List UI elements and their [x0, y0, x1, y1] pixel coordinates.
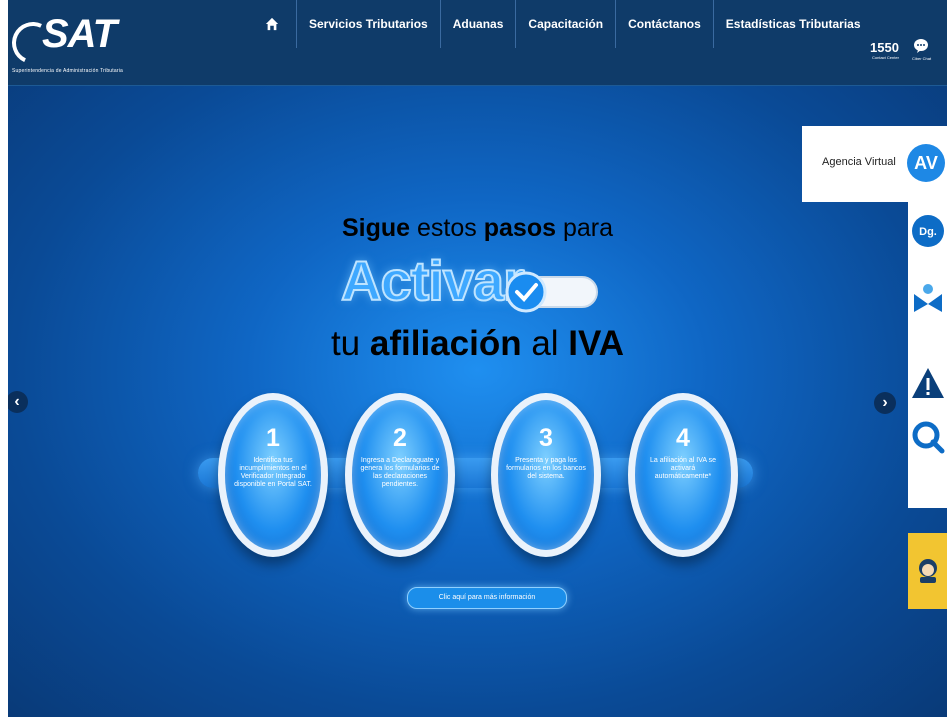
headline-line-1: Sigue estos pasos para — [8, 214, 947, 243]
side-quick-links: Dg. — [908, 202, 947, 508]
step-text: Ingresa a Declaraguate y genera los form… — [360, 457, 440, 488]
nav-servicios-tributarios[interactable]: Servicios Tributarios — [297, 0, 441, 48]
carousel-prev-arrow-icon[interactable]: ‹ — [8, 391, 28, 413]
logo-subtitle: Superintendencia de Administración Tribu… — [12, 68, 124, 74]
agencia-virtual-panel[interactable]: Agencia Virtual AV — [802, 126, 947, 202]
chat-icon[interactable] — [913, 38, 929, 54]
main-nav: Servicios Tributarios Aduanas Capacitaci… — [248, 0, 873, 85]
headline-pasos: pasos — [483, 214, 556, 242]
logo-text: SAT — [42, 12, 117, 56]
search-icon[interactable] — [911, 420, 945, 454]
toggle-check-icon — [505, 271, 598, 313]
step-text: La afiliación al IVA se activará automát… — [649, 457, 717, 480]
nav-contactanos[interactable]: Contáctanos — [616, 0, 714, 48]
step-text: Presenta y paga los formularios en los b… — [506, 457, 586, 480]
carousel-next-arrow-icon[interactable]: › — [874, 392, 896, 414]
headline-tu: tu — [330, 324, 370, 363]
step-number: 3 — [539, 424, 553, 452]
headline-activar: Activar — [340, 248, 526, 313]
declaraguate-icon[interactable]: Dg. — [911, 214, 945, 248]
step-number: 4 — [676, 424, 690, 452]
step-2: 2 Ingresa a Declaraguate y genera los fo… — [345, 393, 455, 557]
phone-number[interactable]: 1550 — [870, 40, 899, 55]
step-1: 1 Identifica tus incumplimientos en el V… — [218, 393, 328, 557]
sat-logo[interactable]: SAT Superintendencia de Administración T… — [8, 12, 132, 74]
home-icon[interactable] — [248, 0, 297, 48]
step-number: 1 — [266, 424, 280, 452]
headline-iva: IVA — [568, 324, 625, 363]
step-4: 4 La afiliación al IVA se activará autom… — [628, 393, 738, 557]
nav-capacitacion[interactable]: Capacitación — [516, 0, 617, 48]
nav-aduanas[interactable]: Aduanas — [441, 0, 517, 48]
phone-subtitle: Contact Center — [872, 55, 899, 60]
headline-estos: estos — [410, 214, 484, 242]
headline-al: al — [521, 324, 569, 363]
agencia-virtual-label: Agencia Virtual — [822, 156, 896, 168]
headline-afiliacion: afiliación — [369, 324, 522, 363]
agencia-virtual-icon[interactable]: AV — [907, 144, 945, 182]
chat-label: Ciber Chat — [912, 56, 932, 61]
declaraguate-text: Dg. — [919, 226, 937, 238]
step-3: 3 Presenta y paga los formularios en los… — [491, 393, 601, 557]
person-icon[interactable] — [911, 282, 945, 316]
support-agent-icon — [919, 559, 937, 583]
support-chat-button[interactable] — [908, 533, 947, 609]
nav-estadisticas-tributarias[interactable]: Estadísticas Tributarias — [714, 0, 873, 48]
step-text: Identifica tus incumplimientos en el Ver… — [234, 457, 312, 488]
page: SAT Superintendencia de Administración T… — [8, 0, 947, 717]
step-number: 2 — [393, 424, 407, 452]
more-info-button[interactable]: Clic aquí para más información — [407, 587, 567, 609]
warning-icon[interactable] — [911, 366, 945, 400]
top-navbar: SAT Superintendencia de Administración T… — [8, 0, 947, 86]
headline-line-3: tu afiliación al IVA — [8, 324, 947, 364]
headline-sigue: Sigue — [342, 214, 411, 242]
headline-para: para — [556, 214, 613, 242]
